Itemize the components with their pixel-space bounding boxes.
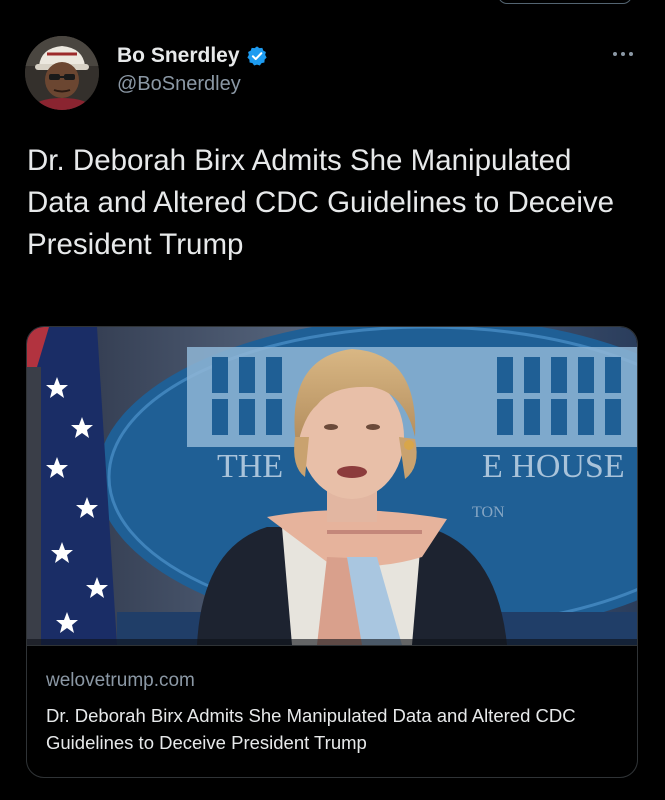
link-card-image: THE E HOUSE TON	[27, 327, 637, 645]
avatar-image	[25, 36, 99, 110]
more-horizontal-icon[interactable]	[606, 44, 640, 64]
follow-button-edge[interactable]	[498, 0, 632, 4]
link-card[interactable]: THE E HOUSE TON welovetrump.com Dr. Debo…	[26, 326, 638, 778]
link-card-domain[interactable]: welovetrump.com	[46, 670, 195, 692]
backdrop-text-house: E HOUSE	[482, 448, 625, 485]
display-name-row: Bo Snerdley	[117, 42, 268, 70]
backdrop-text-ton: TON	[472, 504, 505, 521]
user-avatar[interactable]	[25, 36, 99, 110]
author-info: Bo Snerdley @BoSnerdley	[117, 42, 268, 96]
tweet-header: Bo Snerdley @BoSnerdley	[25, 34, 640, 114]
link-card-meta[interactable]: welovetrump.com Dr. Deborah Birx Admits …	[27, 645, 637, 777]
tweet-text: Dr. Deborah Birx Admits She Manipulated …	[27, 144, 615, 261]
display-name[interactable]: Bo Snerdley	[117, 44, 240, 68]
backdrop-text-the: THE	[217, 448, 283, 485]
user-handle[interactable]: @BoSnerdley	[117, 73, 268, 96]
link-card-title[interactable]: Dr. Deborah Birx Admits She Manipulated …	[46, 702, 616, 756]
verified-badge-icon[interactable]	[246, 45, 268, 67]
